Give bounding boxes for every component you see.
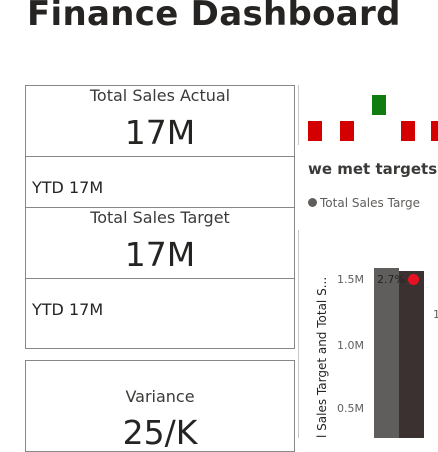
marker-dot-icon[interactable] — [408, 274, 419, 285]
secondary-y-tick: 1 — [433, 308, 438, 321]
legend-label: Total Sales Targe — [320, 196, 421, 210]
red-square-icon — [308, 121, 322, 141]
variance-percent-label: 2.7% — [377, 273, 405, 286]
y-tick: 1.0M — [337, 339, 364, 352]
kpi-card-variance[interactable]: Variance 25/K — [25, 360, 295, 452]
red-square-icon — [431, 121, 438, 141]
chart-bar[interactable] — [399, 271, 424, 438]
legend-dot-icon — [308, 198, 317, 207]
card-label: Variance — [125, 387, 195, 406]
y-tick: 1.5M — [337, 273, 364, 286]
separator — [298, 230, 299, 438]
card-label: Total Sales Target — [90, 208, 230, 227]
red-square-icon — [401, 121, 415, 141]
kpi-card-sales-target[interactable]: Total Sales Target 17M YTD 17M — [25, 207, 295, 349]
y-tick: 0.5M — [337, 402, 364, 415]
y-axis-title: l Sales Target and Total S... — [315, 276, 329, 438]
card-divider — [26, 156, 294, 157]
red-square-icon — [340, 121, 354, 141]
green-square-icon — [372, 95, 386, 115]
card-value: 17M — [124, 113, 196, 152]
card-divider — [26, 278, 294, 279]
page-title: Finance Dashboard — [27, 0, 401, 34]
card-ytd: YTD 17M — [32, 178, 104, 197]
chart-bar[interactable] — [374, 268, 399, 438]
card-value: 17M — [124, 235, 196, 274]
card-label: Total Sales Actual — [89, 86, 231, 105]
card-value: 25/K — [122, 413, 198, 452]
kpi-card-sales-actual[interactable]: Total Sales Actual 17M YTD 17M — [25, 85, 295, 227]
chart-legend[interactable]: Total Sales Targe — [308, 196, 420, 210]
target-status-text: we met targets — [308, 160, 438, 178]
separator — [298, 85, 299, 145]
card-ytd: YTD 17M — [32, 300, 104, 319]
